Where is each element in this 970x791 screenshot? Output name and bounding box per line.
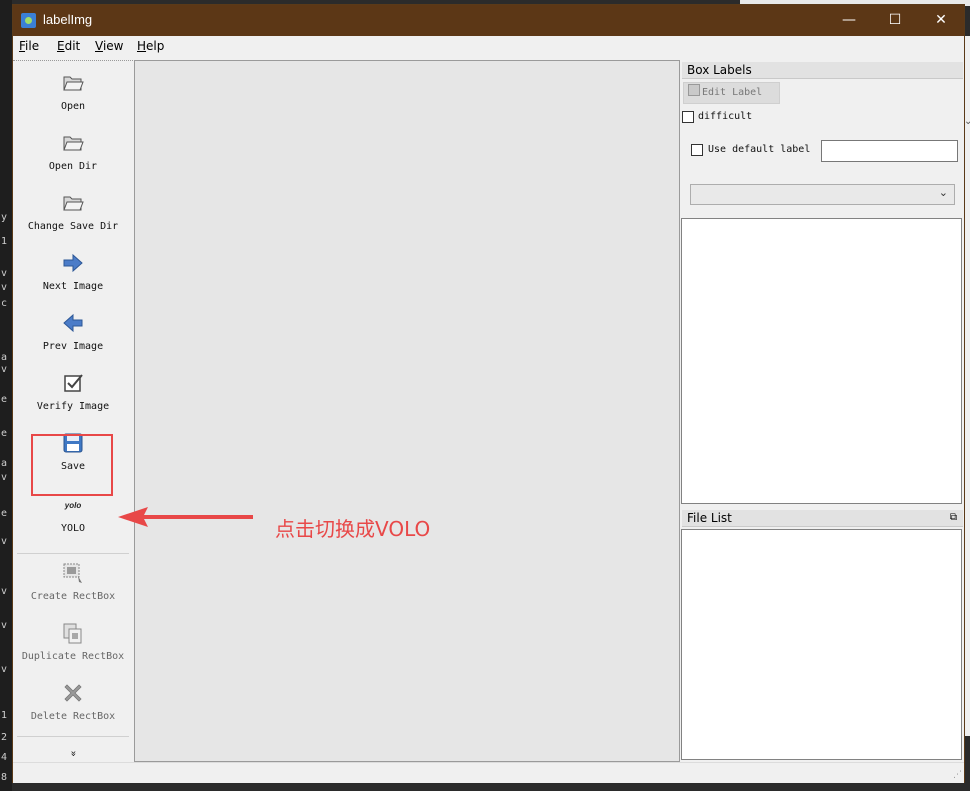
window-title: labelImg <box>43 12 93 27</box>
float-dock-icon[interactable]: ⧉ <box>950 510 957 526</box>
menu-help[interactable]: Help <box>137 39 164 53</box>
image-canvas[interactable] <box>134 60 680 762</box>
edit-label-button[interactable]: Edit Label <box>683 82 780 104</box>
create-rectbox-icon <box>63 563 82 583</box>
arrow-right-icon <box>63 253 83 273</box>
use-default-label-label: Use default label <box>708 144 811 155</box>
use-default-label-checkbox[interactable] <box>691 144 703 156</box>
checkbox-checked-icon <box>64 374 83 392</box>
close-button[interactable]: ✕ <box>918 5 964 36</box>
menu-view[interactable]: View <box>95 39 123 53</box>
verify-image-button[interactable]: Verify Image <box>13 371 133 412</box>
app-icon <box>21 13 36 28</box>
toolbar-divider <box>17 736 129 737</box>
label-list[interactable] <box>681 218 962 504</box>
open-button[interactable]: Open <box>13 71 133 112</box>
arrow-left-icon <box>63 313 83 333</box>
prev-image-button[interactable]: Prev Image <box>13 311 133 352</box>
chevron-double-down-icon: » <box>67 750 79 757</box>
left-toolbar: Open Open Dir Change Save Dir Next Image… <box>13 60 133 766</box>
menu-edit[interactable]: Edit <box>57 39 80 53</box>
change-save-dir-button[interactable]: Change Save Dir <box>13 191 133 232</box>
labelimg-window: labelImg — ☐ ✕ File Edit View Help Open … <box>12 4 965 783</box>
file-list-title: File List <box>687 511 732 525</box>
edit-icon <box>688 84 700 96</box>
next-image-button[interactable]: Next Image <box>13 251 133 292</box>
yolo-icon: yolo <box>64 501 82 510</box>
difficult-checkbox[interactable] <box>682 111 694 123</box>
file-list[interactable] <box>681 529 962 760</box>
create-rectbox-button[interactable]: Create RectBox <box>13 561 133 602</box>
annotation-text: 点击切换成VOLO <box>275 517 431 541</box>
delete-rectbox-button[interactable]: Delete RectBox <box>13 681 133 722</box>
menu-bar: File Edit View Help <box>13 36 964 57</box>
minimize-button[interactable]: — <box>826 5 872 36</box>
folder-icon <box>63 76 84 91</box>
annotation-arrow <box>118 507 253 527</box>
file-list-header: File List ⧉ <box>682 510 963 527</box>
chevron-down-icon: ⌄ <box>938 186 948 199</box>
difficult-label: difficult <box>698 111 753 122</box>
status-bar: ⋰ <box>13 762 964 783</box>
background-terminal: y 1 v v c a v e e a v e v v v v 1 2 4 8 <box>0 0 12 791</box>
box-labels-header: Box Labels <box>682 62 963 79</box>
duplicate-rectbox-button[interactable]: Duplicate RectBox <box>13 621 133 662</box>
label-select[interactable]: ⌄ <box>690 184 955 205</box>
resize-grip-icon[interactable]: ⋰ <box>953 770 962 780</box>
default-label-input[interactable] <box>821 140 958 162</box>
folder-icon <box>63 136 84 151</box>
title-bar[interactable]: labelImg — ☐ ✕ <box>13 5 964 36</box>
delete-x-icon <box>64 684 82 702</box>
menu-file[interactable]: File <box>19 39 39 53</box>
yolo-format-button[interactable]: yolo YOLO <box>13 497 133 534</box>
open-dir-button[interactable]: Open Dir <box>13 131 133 172</box>
toolbar-overflow-button[interactable]: » <box>13 745 133 759</box>
folder-icon <box>63 196 84 211</box>
copy-icon <box>63 623 82 644</box>
yolo-highlight-box <box>31 434 113 496</box>
maximize-button[interactable]: ☐ <box>872 5 918 36</box>
toolbar-divider <box>17 553 129 554</box>
